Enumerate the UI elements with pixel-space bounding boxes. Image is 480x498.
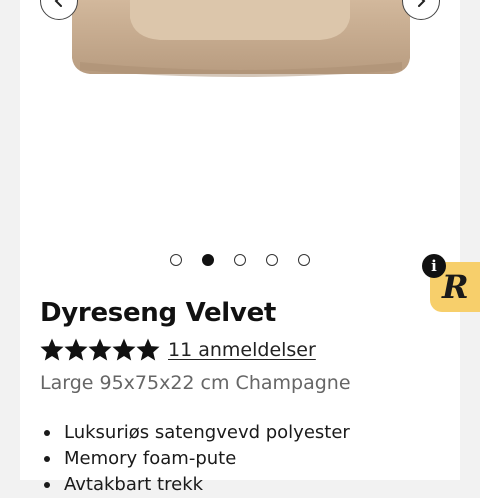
star-icon (112, 338, 136, 362)
reviews-link[interactable]: 11 anmeldelser (168, 339, 316, 361)
bullet-icon (44, 482, 50, 488)
product-card: Dyreseng Velvet 11 anmeldelser Large 95x… (20, 0, 460, 495)
star-icon (88, 338, 112, 362)
pagination-dot[interactable] (266, 254, 278, 266)
info-icon[interactable]: i (422, 254, 446, 278)
chevron-right-icon (418, 0, 426, 7)
chevron-left-icon (54, 0, 62, 7)
pagination-dot[interactable] (234, 254, 246, 266)
pagination-dot[interactable] (170, 254, 182, 266)
feature-text: Avtakbart trekk (64, 474, 204, 495)
feature-text: Memory foam-pute (64, 448, 237, 469)
feature-item: Luksuriøs satengvevd polyester (40, 420, 350, 446)
pagination-dot[interactable] (298, 254, 310, 266)
star-rating (40, 338, 160, 362)
bullet-icon (44, 430, 50, 436)
pagination-dot[interactable] (202, 254, 214, 266)
feature-list: Luksuriøs satengvevd polyester Memory foa… (40, 420, 350, 498)
star-icon (40, 338, 64, 362)
product-variant: Large 95x75x22 cm Champagne (40, 372, 351, 394)
feature-item: Avtakbart trekk (40, 472, 350, 498)
product-gallery[interactable] (20, 0, 460, 240)
star-icon (136, 338, 160, 362)
gallery-pagination (20, 254, 460, 268)
bullet-icon (44, 456, 50, 462)
star-icon (64, 338, 88, 362)
product-image (72, 0, 410, 77)
rating-row: 11 anmeldelser (40, 336, 316, 364)
widget-logo: R (442, 268, 469, 306)
feature-item: Memory foam-pute (40, 446, 350, 472)
feature-text: Luksuriøs satengvevd polyester (64, 422, 350, 443)
product-title: Dyreseng Velvet (40, 298, 277, 328)
